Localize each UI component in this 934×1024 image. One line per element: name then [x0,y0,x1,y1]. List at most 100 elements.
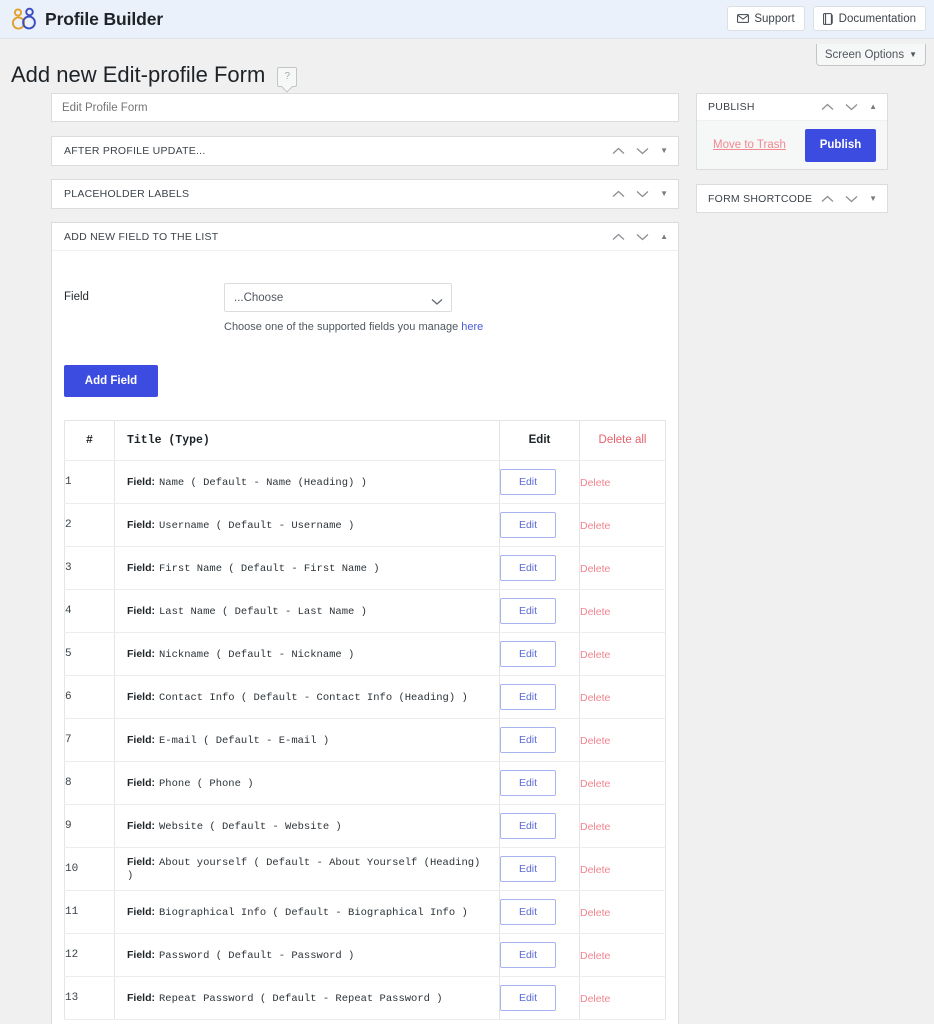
edit-button[interactable]: Edit [500,813,556,839]
row-number: 5 [65,633,115,676]
edit-button[interactable]: Edit [500,770,556,796]
chevron-down-icon[interactable] [845,190,858,208]
row-title-key: Field: [127,519,155,531]
chevron-up-icon[interactable] [821,190,834,208]
row-delete-cell: Delete [580,676,666,719]
row-title-key: Field: [127,820,155,832]
fields-table: # Title (Type) Edit Delete all 1Field:Na… [64,420,666,1020]
row-title-key: Field: [127,648,155,660]
chevron-down-icon[interactable] [845,98,858,116]
publish-panel-header[interactable]: PUBLISH ▲ [697,94,887,121]
edit-button[interactable]: Edit [500,899,556,925]
row-number: 1 [65,461,115,504]
chevron-down-icon[interactable] [636,185,649,203]
form-title-input[interactable] [51,93,679,122]
delete-link[interactable]: Delete [580,735,610,747]
chevron-up-icon[interactable] [612,142,625,160]
row-edit-cell: Edit [500,848,580,891]
edit-button[interactable]: Edit [500,512,556,538]
row-title: Field:Last Name ( Default - Last Name ) [115,590,500,633]
row-edit-cell: Edit [500,590,580,633]
row-title-key: Field: [127,734,155,746]
publish-button[interactable]: Publish [805,129,876,162]
documentation-button[interactable]: Documentation [813,6,926,31]
row-delete-cell: Delete [580,805,666,848]
table-row: 8Field:Phone ( Phone )EditDelete [65,762,666,805]
delete-link[interactable]: Delete [580,907,610,919]
triangle-down-icon[interactable]: ▼ [660,190,668,198]
edit-button[interactable]: Edit [500,985,556,1011]
row-title-key: Field: [127,992,155,1004]
row-edit-cell: Edit [500,762,580,805]
table-row: 13Field:Repeat Password ( Default - Repe… [65,977,666,1020]
column-header-title: Title (Type) [115,421,500,461]
row-title-value: About yourself ( Default - About Yoursel… [127,857,480,882]
add-field-button[interactable]: Add Field [64,365,158,397]
edit-button[interactable]: Edit [500,641,556,667]
row-delete-cell: Delete [580,590,666,633]
row-number: 2 [65,504,115,547]
column-header-delete-all[interactable]: Delete all [580,421,666,461]
publish-panel: PUBLISH ▲ Move to Trash Publish [696,93,888,170]
row-title-key: Field: [127,476,155,488]
triangle-up-icon[interactable]: ▲ [660,233,668,241]
form-shortcode-panel-header[interactable]: FORM SHORTCODE ▼ [697,185,887,212]
panel-add-new-field-header[interactable]: ADD NEW FIELD TO THE LIST ▲ [52,223,678,251]
triangle-up-icon[interactable]: ▲ [869,103,877,111]
screen-options-button[interactable]: Screen Options ▼ [816,44,926,66]
triangle-down-icon[interactable]: ▼ [869,195,877,203]
row-title-key: Field: [127,949,155,961]
triangle-down-icon[interactable]: ▼ [660,147,668,155]
delete-link[interactable]: Delete [580,778,610,790]
row-delete-cell: Delete [580,547,666,590]
delete-link[interactable]: Delete [580,950,610,962]
delete-link[interactable]: Delete [580,477,610,489]
row-title-key: Field: [127,605,155,617]
panel-after-profile-update-title: AFTER PROFILE UPDATE... [64,145,612,157]
edit-button[interactable]: Edit [500,727,556,753]
edit-button[interactable]: Edit [500,555,556,581]
form-shortcode-panel: FORM SHORTCODE ▼ [696,184,888,213]
panel-placeholder-labels-title: PLACEHOLDER LABELS [64,188,612,200]
row-title: Field:Repeat Password ( Default - Repeat… [115,977,500,1020]
delete-link[interactable]: Delete [580,649,610,661]
edit-button[interactable]: Edit [500,598,556,624]
row-title: Field:Username ( Default - Username ) [115,504,500,547]
edit-button[interactable]: Edit [500,684,556,710]
edit-button[interactable]: Edit [500,942,556,968]
screen-options-label: Screen Options [825,49,904,61]
field-type-select[interactable]: ...Choose [224,283,452,312]
support-button[interactable]: Support [727,6,804,31]
panel-after-profile-update-header[interactable]: AFTER PROFILE UPDATE... ▼ [52,137,678,165]
help-tab-question-mark-icon[interactable]: ? [277,67,297,87]
caret-down-icon: ▼ [909,50,917,59]
delete-link[interactable]: Delete [580,606,610,618]
delete-link[interactable]: Delete [580,993,610,1005]
chevron-up-icon[interactable] [612,185,625,203]
field-hint-link[interactable]: here [461,321,483,333]
panel-controls: ▲ [612,228,668,246]
chevron-up-icon[interactable] [821,98,834,116]
row-number: 11 [65,891,115,934]
fields-table-header: # Title (Type) Edit Delete all [65,421,666,461]
row-number: 4 [65,590,115,633]
row-delete-cell: Delete [580,762,666,805]
delete-link[interactable]: Delete [580,864,610,876]
delete-link[interactable]: Delete [580,563,610,575]
chevron-up-icon[interactable] [612,228,625,246]
delete-link[interactable]: Delete [580,520,610,532]
edit-button[interactable]: Edit [500,856,556,882]
move-to-trash-link[interactable]: Move to Trash [713,139,786,151]
table-row: 1Field:Name ( Default - Name (Heading) )… [65,461,666,504]
row-title: Field:Name ( Default - Name (Heading) ) [115,461,500,504]
row-delete-cell: Delete [580,461,666,504]
row-delete-cell: Delete [580,633,666,676]
chevron-down-icon[interactable] [636,228,649,246]
delete-link[interactable]: Delete [580,692,610,704]
delete-all-link[interactable]: Delete all [599,434,647,446]
panel-placeholder-labels-header[interactable]: PLACEHOLDER LABELS ▼ [52,180,678,208]
edit-button[interactable]: Edit [500,469,556,495]
delete-link[interactable]: Delete [580,821,610,833]
chevron-down-icon[interactable] [636,142,649,160]
row-delete-cell: Delete [580,848,666,891]
